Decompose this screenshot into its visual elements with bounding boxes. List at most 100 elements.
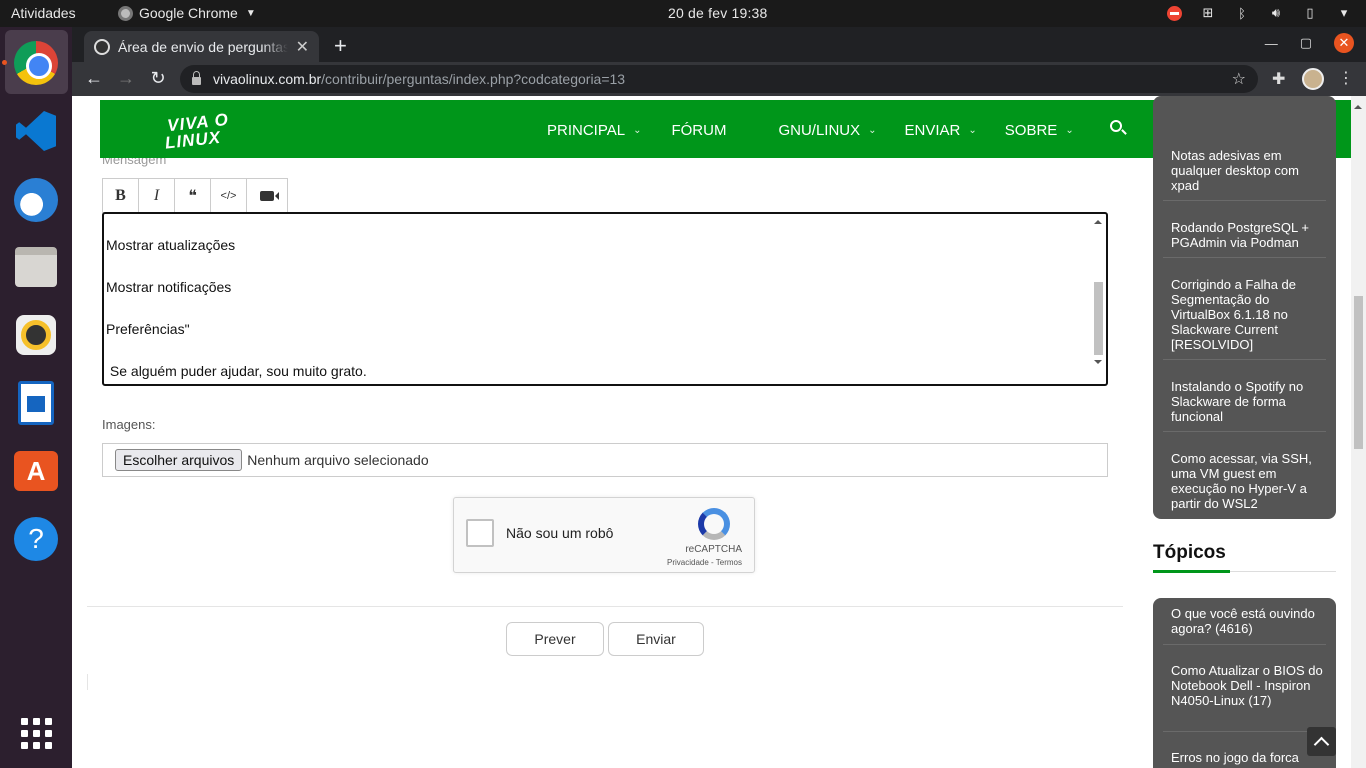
network-icon[interactable]: ⊞ xyxy=(1200,5,1216,21)
choose-files-button[interactable]: Escolher arquivos xyxy=(115,449,243,471)
extensions-icon[interactable]: ✚ xyxy=(1272,69,1285,89)
show-apps-button[interactable] xyxy=(12,709,60,757)
dock-software[interactable]: A xyxy=(12,447,60,495)
bluetooth-icon[interactable]: ᛒ xyxy=(1234,5,1250,21)
profile-avatar[interactable] xyxy=(1302,68,1324,90)
running-indicator xyxy=(2,60,7,65)
preview-button[interactable]: Prever xyxy=(506,622,604,656)
dock-chrome[interactable] xyxy=(12,39,60,87)
activities-button[interactable]: Atividades xyxy=(11,5,76,21)
bold-button[interactable]: B xyxy=(103,179,139,212)
video-button[interactable] xyxy=(247,179,287,212)
article-link[interactable]: Como acessar, via SSH, uma VM guest em e… xyxy=(1171,451,1324,511)
divider xyxy=(1163,644,1326,645)
submit-button[interactable]: Enviar xyxy=(608,622,704,656)
scroll-thumb[interactable] xyxy=(1354,296,1363,449)
divider xyxy=(87,606,1123,607)
italic-button[interactable]: I xyxy=(139,179,175,212)
topic-link[interactable]: Erros no jogo da forca xyxy=(1171,750,1324,765)
window-controls: — ▢ ✕ xyxy=(1265,33,1354,53)
address-bar[interactable]: vivaolinux.com.br /contribuir/perguntas/… xyxy=(180,65,1258,93)
system-tray[interactable]: ⊞ ᛒ 🔊︎ ▯ ▾ xyxy=(1166,5,1352,21)
battery-icon[interactable]: ▯ xyxy=(1302,5,1318,21)
lock-icon[interactable] xyxy=(192,71,201,85)
file-input[interactable]: Escolher arquivos Nenhum arquivo selecio… xyxy=(102,443,1108,477)
close-tab-icon[interactable]: ✕ xyxy=(296,37,309,57)
nav-label: GNU/LINUX xyxy=(778,122,861,139)
do-not-disturb-icon[interactable] xyxy=(1166,5,1182,21)
code-button[interactable]: </> xyxy=(211,179,247,212)
dock-vscode[interactable] xyxy=(12,107,60,155)
close-window-icon[interactable]: ✕ xyxy=(1334,33,1354,53)
scroll-thumb[interactable] xyxy=(1094,282,1103,355)
dock-thunderbird[interactable] xyxy=(12,176,60,224)
captcha-label: Não sou um robô xyxy=(506,525,614,541)
topics-underline xyxy=(1153,570,1336,573)
tab-strip: Área de envio de perguntas ✕ + — ▢ ✕ xyxy=(72,27,1366,62)
search-icon[interactable] xyxy=(1110,120,1122,132)
back-to-top-button[interactable] xyxy=(1307,727,1336,756)
textarea-scrollbar[interactable] xyxy=(1092,215,1105,383)
nav-gnu-linux[interactable]: GNU/LINUX ⌄ xyxy=(778,122,876,139)
tux-favicon-icon xyxy=(94,38,110,55)
topic-link[interactable]: Como Atualizar o BIOS do Notebook Dell -… xyxy=(1171,663,1324,708)
scroll-up-arrow[interactable] xyxy=(1354,101,1362,109)
volume-icon[interactable]: 🔊︎ xyxy=(1268,5,1284,21)
caret-down-icon: ▼ xyxy=(245,7,256,19)
captcha-terms-link[interactable]: Privacidade - Termos xyxy=(667,558,742,567)
app-grid-icon xyxy=(20,717,52,749)
article-link[interactable]: Corrigindo a Falha de Segmentação do Vir… xyxy=(1171,277,1324,352)
editor-toolbar: B I ❝ </> xyxy=(102,178,288,213)
chevron-down-icon: ⌄ xyxy=(868,125,877,136)
new-tab-button[interactable]: + xyxy=(334,33,347,59)
bookmark-star-icon[interactable]: ☆ xyxy=(1232,69,1246,89)
clock[interactable]: 20 de fev 19:38 xyxy=(668,5,768,21)
nav-label: FÓRUM xyxy=(671,122,727,139)
tab-title: Área de envio de perguntas xyxy=(118,38,288,55)
articles-list: Notas adesivas em qualquer desktop com x… xyxy=(1153,96,1336,519)
message-textarea[interactable]: Mostrar atualizações Mostrar notificaçõe… xyxy=(102,212,1108,386)
forward-icon[interactable]: → xyxy=(115,68,137,89)
nav-enviar[interactable]: ENVIAR ⌄ xyxy=(905,122,977,139)
kebab-menu-icon[interactable]: ⋮ xyxy=(1338,68,1354,88)
article-link[interactable]: Instalando o Spotify no Slackware de for… xyxy=(1171,379,1324,424)
divider xyxy=(1163,257,1326,258)
file-status: Nenhum arquivo selecionado xyxy=(247,452,429,468)
nav-sobre[interactable]: SOBRE ⌄ xyxy=(1005,122,1074,139)
recaptcha-logo-icon xyxy=(698,508,730,540)
chevron-down-icon[interactable]: ▾ xyxy=(1336,5,1352,21)
scroll-up-arrow[interactable] xyxy=(1094,216,1102,224)
nav-label: PRINCIPAL xyxy=(547,122,626,139)
dock-files[interactable] xyxy=(12,243,60,291)
reload-icon[interactable]: ↻ xyxy=(147,68,169,89)
files-icon xyxy=(15,247,57,287)
scroll-down-arrow[interactable] xyxy=(1094,360,1102,368)
app-menu[interactable]: Google Chrome ▼ xyxy=(118,5,256,21)
page-scrollbar[interactable] xyxy=(1351,96,1366,768)
message-line: Preferências" xyxy=(106,321,190,337)
dock-rhythmbox[interactable] xyxy=(12,311,60,359)
help-icon: ? xyxy=(14,517,58,561)
site-logo[interactable]: VIVA O LINUX xyxy=(164,110,231,153)
nav-principal[interactable]: PRINCIPAL ⌄ xyxy=(547,122,641,139)
back-icon[interactable]: ← xyxy=(83,68,105,89)
web-page: Mensagem VIVA O LINUX PRINCIPAL ⌄ FÓRUM G… xyxy=(72,96,1366,768)
maximize-icon[interactable]: ▢ xyxy=(1300,35,1312,51)
url-host: vivaolinux.com.br xyxy=(213,71,322,87)
article-link[interactable]: Notas adesivas em qualquer desktop com x… xyxy=(1171,148,1324,193)
minimize-icon[interactable]: — xyxy=(1265,36,1278,51)
nav-label: SOBRE xyxy=(1004,122,1058,139)
dock-writer[interactable] xyxy=(12,379,60,427)
message-line: Se alguém puder ajudar, sou muito grato. xyxy=(106,363,367,379)
quote-button[interactable]: ❝ xyxy=(175,179,211,212)
nav-forum[interactable]: FÓRUM xyxy=(671,122,726,139)
chevron-down-icon: ⌄ xyxy=(1065,125,1074,136)
article-link[interactable]: Rodando PostgreSQL + PGAdmin via Podman xyxy=(1171,220,1324,250)
recaptcha-widget: Não sou um robô reCAPTCHA Privacidade - … xyxy=(453,497,755,573)
captcha-checkbox[interactable] xyxy=(466,519,494,547)
browser-tab[interactable]: Área de envio de perguntas ✕ xyxy=(84,31,319,62)
dock-help[interactable]: ? xyxy=(12,515,60,563)
message-line: Mostrar notificações xyxy=(106,279,232,295)
chevron-down-icon: ⌄ xyxy=(633,125,642,136)
topic-link[interactable]: O que você está ouvindo agora? (4616) xyxy=(1171,606,1324,636)
